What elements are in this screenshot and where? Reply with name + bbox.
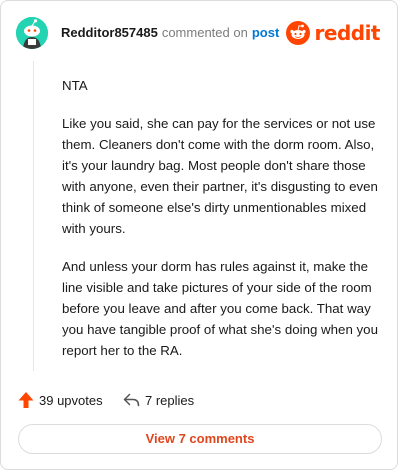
view-comments-button[interactable]: View 7 comments <box>18 424 382 454</box>
snoo-avatar-icon <box>16 17 48 49</box>
post-link[interactable]: post <box>252 25 279 40</box>
comment-paragraph: Like you said, she can pay for the servi… <box>62 116 378 236</box>
upvote-arrow-icon <box>18 392 34 408</box>
reply-count: 7 replies <box>145 392 195 408</box>
reddit-logo[interactable]: reddit <box>285 21 381 45</box>
replies-button[interactable]: 7 replies <box>123 390 194 410</box>
comment-header: Redditor857485 commented on post reddit <box>16 17 382 49</box>
comment-card: Redditor857485 commented on post reddit NT… <box>0 0 398 470</box>
reply-arrow-icon <box>123 393 140 407</box>
commented-on-text: commented on <box>161 25 248 40</box>
user-avatar[interactable] <box>16 17 48 49</box>
upvote-count: 39 upvotes <box>39 392 103 408</box>
comment-paragraph: And unless your dorm has rules against i… <box>62 259 378 358</box>
reddit-wordmark: reddit <box>314 21 381 45</box>
comment-body: NTA Like you said, she can pay for the s… <box>62 75 380 378</box>
reddit-alien-icon <box>285 21 310 45</box>
upvote-button[interactable]: 39 upvotes <box>18 390 103 410</box>
username[interactable]: Redditor857485 <box>61 25 158 40</box>
comment-meta: Redditor857485 commented on post <box>61 25 279 40</box>
thread-line[interactable] <box>33 61 34 371</box>
comment-paragraph: NTA <box>62 78 88 93</box>
